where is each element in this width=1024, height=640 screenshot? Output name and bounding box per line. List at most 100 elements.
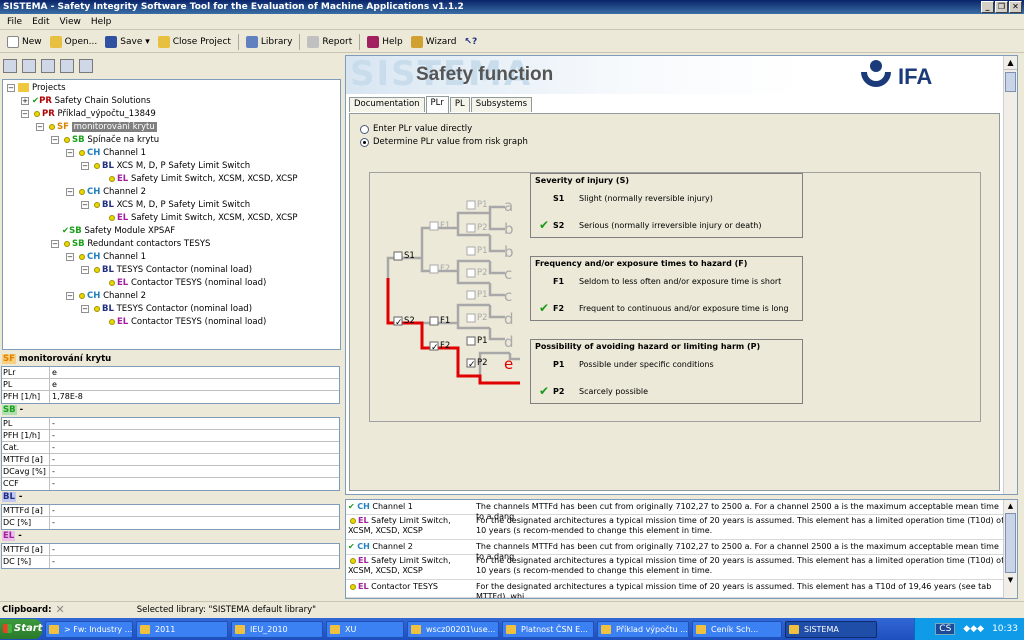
- taskbar-item[interactable]: Platnost ČSN E...: [502, 620, 594, 638]
- tab-pl[interactable]: PL: [449, 97, 470, 112]
- p-checkbox[interactable]: [466, 290, 476, 300]
- tree-node[interactable]: EL Contactor TESYS (nominal load): [107, 316, 266, 328]
- p-checkbox[interactable]: [466, 313, 476, 323]
- tray-icons[interactable]: ◆◆◆: [963, 624, 984, 634]
- list-item[interactable]: EL Safety Limit Switch, XCSM, XCSD, XCSP…: [346, 556, 1004, 580]
- collapse-icon[interactable]: −: [21, 109, 29, 118]
- new-item-icon[interactable]: [22, 59, 36, 73]
- collapse-icon[interactable]: −: [81, 200, 89, 209]
- move-icon[interactable]: [41, 59, 55, 73]
- tree-node[interactable]: EL Safety Limit Switch, XCSM, XCSD, XCSP: [107, 173, 298, 185]
- taskbar-item[interactable]: XU: [326, 620, 404, 638]
- close-project-button[interactable]: Close Project: [154, 33, 235, 51]
- tree-node[interactable]: − CH Channel 1: [66, 251, 146, 263]
- taskbar-item[interactable]: Příklad výpočtu ...: [597, 620, 689, 638]
- language-indicator[interactable]: CS: [935, 623, 956, 635]
- taskbar-item[interactable]: Ceník Sch...: [692, 620, 782, 638]
- tree-node[interactable]: − BL TESYS Contactor (nominal load): [81, 303, 252, 315]
- scroll-up-icon[interactable]: ▲: [1004, 500, 1017, 512]
- p-checkbox[interactable]: [466, 268, 476, 278]
- list-item[interactable]: ✔ CH Channel 2 The channels MTTFd has be…: [346, 542, 1004, 561]
- p-checkbox[interactable]: [466, 246, 476, 256]
- option-f2[interactable]: ✔ F2 Frequent to continuous and/or exposur…: [539, 301, 789, 315]
- tree-node[interactable]: − BL XCS M, D, P Safety Limit Switch: [81, 160, 250, 172]
- restore-button[interactable]: ❐: [995, 1, 1008, 13]
- project-tree[interactable]: − Projects + ✔PR Safety Chain Solutions − P…: [2, 79, 341, 350]
- f1-lower-checkbox[interactable]: [429, 316, 439, 326]
- tree-node[interactable]: − CH Channel 2: [66, 290, 146, 302]
- scroll-up-icon[interactable]: ▲: [1004, 56, 1017, 70]
- start-button[interactable]: Start: [0, 619, 42, 639]
- save-button[interactable]: Save ▾: [101, 33, 153, 51]
- option-p2[interactable]: ✔ P2 Scarcely possible: [539, 384, 648, 398]
- tree-node-selected[interactable]: − SF monitorování krytu: [36, 121, 157, 133]
- collapse-icon[interactable]: −: [66, 187, 74, 196]
- wizard-button[interactable]: Wizard: [407, 33, 461, 51]
- new-project-icon[interactable]: [3, 59, 17, 73]
- vertical-scrollbar[interactable]: ▲: [1003, 56, 1017, 494]
- collapse-icon[interactable]: −: [81, 304, 89, 313]
- tab-plr[interactable]: PLr: [425, 96, 449, 113]
- delete-icon[interactable]: [60, 59, 74, 73]
- expand-icon[interactable]: +: [21, 96, 29, 105]
- option-f1[interactable]: F1 Seldom to less often and/or exposure t…: [539, 277, 781, 286]
- menu-file[interactable]: File: [2, 17, 27, 27]
- taskbar-item[interactable]: wscz00201\use...: [407, 620, 499, 638]
- clipboard-clear-icon[interactable]: ✕: [56, 603, 65, 616]
- tree-root[interactable]: − Projects: [7, 82, 66, 94]
- collapse-icon[interactable]: −: [81, 161, 89, 170]
- f2-upper-checkbox[interactable]: [429, 264, 439, 274]
- taskbar-item[interactable]: > Fw: Industry ...: [45, 620, 133, 638]
- tree-node[interactable]: − CH Channel 1: [66, 147, 146, 159]
- list-item[interactable]: EL Contactor TESYS For the designated ar…: [346, 582, 1004, 598]
- library-button[interactable]: Library: [242, 33, 296, 51]
- list-item[interactable]: EL Safety Limit Switch, XCSM, XCSD, XCSP…: [346, 516, 1004, 540]
- open-button[interactable]: Open...: [46, 33, 102, 51]
- library-insert-icon[interactable]: [79, 59, 93, 73]
- collapse-icon[interactable]: −: [66, 148, 74, 157]
- list-scrollbar[interactable]: ▲ ▼: [1003, 500, 1017, 598]
- tree-node[interactable]: − SB Redundant contactors TESYS: [51, 238, 210, 250]
- radio-risk-graph[interactable]: Determine PLr value from risk graph: [360, 136, 528, 148]
- tree-node[interactable]: − BL TESYS Contactor (nominal load): [81, 264, 252, 276]
- option-s1[interactable]: S1 Slight (normally reversible injury): [539, 194, 713, 203]
- tree-node[interactable]: − BL XCS M, D, P Safety Limit Switch: [81, 199, 250, 211]
- tab-subsystems[interactable]: Subsystems: [470, 97, 533, 112]
- context-help-button[interactable]: ↖?: [460, 33, 481, 51]
- menu-help[interactable]: Help: [86, 17, 117, 27]
- close-button[interactable]: ✕: [1009, 1, 1022, 13]
- menu-view[interactable]: View: [55, 17, 86, 27]
- collapse-icon[interactable]: −: [7, 83, 15, 92]
- minimize-button[interactable]: _: [981, 1, 994, 13]
- list-item[interactable]: ✔ CH Channel 1 The channels MTTFd has be…: [346, 502, 1004, 521]
- f1-upper-checkbox[interactable]: [429, 221, 439, 231]
- p-checkbox[interactable]: [466, 200, 476, 210]
- tree-node[interactable]: EL Safety Limit Switch, XCSM, XCSD, XCSP: [107, 212, 298, 224]
- tree-node[interactable]: − SB Spínače na krytu: [51, 134, 159, 146]
- tree-node[interactable]: − CH Channel 2: [66, 186, 146, 198]
- option-s2[interactable]: ✔ S2 Serious (normally irreversible injury…: [539, 218, 761, 232]
- collapse-icon[interactable]: −: [66, 252, 74, 261]
- collapse-icon[interactable]: −: [51, 135, 59, 144]
- taskbar-item[interactable]: 2011: [136, 620, 228, 638]
- scroll-thumb[interactable]: [1005, 72, 1016, 92]
- tree-node[interactable]: + ✔PR Safety Chain Solutions: [21, 95, 151, 107]
- radio-enter-plr[interactable]: Enter PLr value directly: [360, 123, 472, 135]
- taskbar-item-active[interactable]: SISTEMA: [785, 620, 877, 638]
- tree-node[interactable]: − PR Příklad_výpočtu_13849: [21, 108, 156, 120]
- p-checkbox[interactable]: [466, 223, 476, 233]
- collapse-icon[interactable]: −: [36, 122, 44, 131]
- report-button[interactable]: Report: [303, 33, 356, 51]
- tree-node[interactable]: ✔SB Safety Module XPSAF: [62, 225, 175, 237]
- collapse-icon[interactable]: −: [51, 239, 59, 248]
- collapse-icon[interactable]: −: [66, 291, 74, 300]
- new-button[interactable]: New: [3, 33, 46, 51]
- s1-checkbox[interactable]: [393, 251, 403, 261]
- taskbar-item[interactable]: IEU_2010: [231, 620, 323, 638]
- scroll-down-icon[interactable]: ▼: [1004, 574, 1017, 586]
- scroll-thumb[interactable]: [1005, 513, 1016, 573]
- tree-node[interactable]: EL Contactor TESYS (nominal load): [107, 277, 266, 289]
- tab-documentation[interactable]: Documentation: [349, 97, 425, 112]
- p-checkbox[interactable]: [466, 336, 476, 346]
- help-button[interactable]: Help: [363, 33, 407, 51]
